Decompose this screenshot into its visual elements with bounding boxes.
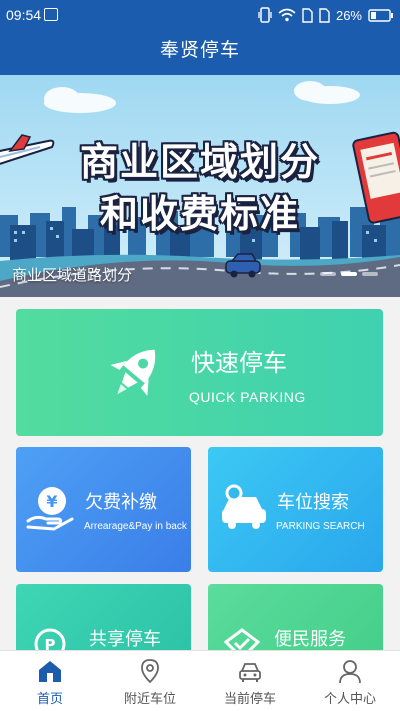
arrears-card[interactable]: ¥ 欠费补缴 Arrearage&Pay in back xyxy=(16,447,191,572)
arrears-title: 欠费补缴 xyxy=(85,492,157,513)
location-pin-icon xyxy=(141,659,159,684)
carousel-dot-active[interactable] xyxy=(341,272,357,276)
nav-home-label: 首页 xyxy=(36,692,63,707)
notification-icon xyxy=(44,8,58,21)
nav-home[interactable]: 首页 xyxy=(0,651,100,711)
bottom-nav: 首页 附近车位 当前停车 个人中心 xyxy=(0,650,400,711)
sim1-icon xyxy=(302,7,313,23)
shared-parking-title: 共享停车 xyxy=(89,629,161,650)
rocket-icon xyxy=(110,349,156,396)
app-root: 09:54 26% 奉贤停车 商业区域划分 和收费标准 商业区域道路划分 快速停… xyxy=(0,0,400,711)
parking-search-title: 车位搜索 xyxy=(277,492,349,513)
banner-headline-line1: 商业区域划分 xyxy=(79,140,320,184)
convenience-service-title: 便民服务 xyxy=(274,629,346,650)
quick-parking-card[interactable]: 快速停车 QUICK PARKING xyxy=(16,309,383,436)
nav-profile-label: 个人中心 xyxy=(323,692,376,707)
nav-current-parking-label: 当前停车 xyxy=(223,692,276,707)
nav-nearby-label: 附近车位 xyxy=(123,692,176,707)
banner-headline-line2: 和收费标准 xyxy=(99,192,300,236)
battery-icon xyxy=(368,8,393,22)
status-time: 09:54 xyxy=(6,7,42,23)
parking-search-card[interactable]: 车位搜索 PARKING SEARCH xyxy=(208,447,383,572)
quick-parking-title: 快速停车 xyxy=(191,349,287,377)
carousel-dot[interactable] xyxy=(362,272,378,276)
car-icon xyxy=(239,663,261,682)
parking-search-subtitle: PARKING SEARCH xyxy=(276,521,365,532)
banner-carousel[interactable]: 商业区域划分 和收费标准 商业区域道路划分 xyxy=(0,75,400,297)
home-icon xyxy=(39,661,61,682)
yen-hand-icon: ¥ xyxy=(26,487,74,531)
arrears-subtitle: Arrearage&Pay in back xyxy=(84,521,187,532)
sim2-icon xyxy=(319,7,330,23)
quick-parking-subtitle: QUICK PARKING xyxy=(189,389,306,405)
nav-nearby[interactable]: 附近车位 xyxy=(100,651,200,711)
carousel-indicator xyxy=(320,272,378,276)
convenience-service-card[interactable]: 便民服务 xyxy=(208,584,383,654)
app-title: 奉贤停车 xyxy=(0,30,400,75)
user-icon xyxy=(339,660,361,684)
vibrate-icon xyxy=(258,7,272,23)
shared-parking-card[interactable]: P 共享停车 xyxy=(16,584,191,654)
car-search-icon xyxy=(222,484,266,529)
status-bar: 09:54 26% xyxy=(0,0,400,30)
svg-text:¥: ¥ xyxy=(46,492,57,511)
carousel-dot[interactable] xyxy=(320,272,336,276)
nav-current-parking[interactable]: 当前停车 xyxy=(200,651,300,711)
banner-caption: 商业区域道路划分 xyxy=(12,266,133,284)
wifi-icon xyxy=(278,8,296,22)
battery-percentage: 26% xyxy=(335,7,362,23)
nav-profile[interactable]: 个人中心 xyxy=(300,651,400,711)
